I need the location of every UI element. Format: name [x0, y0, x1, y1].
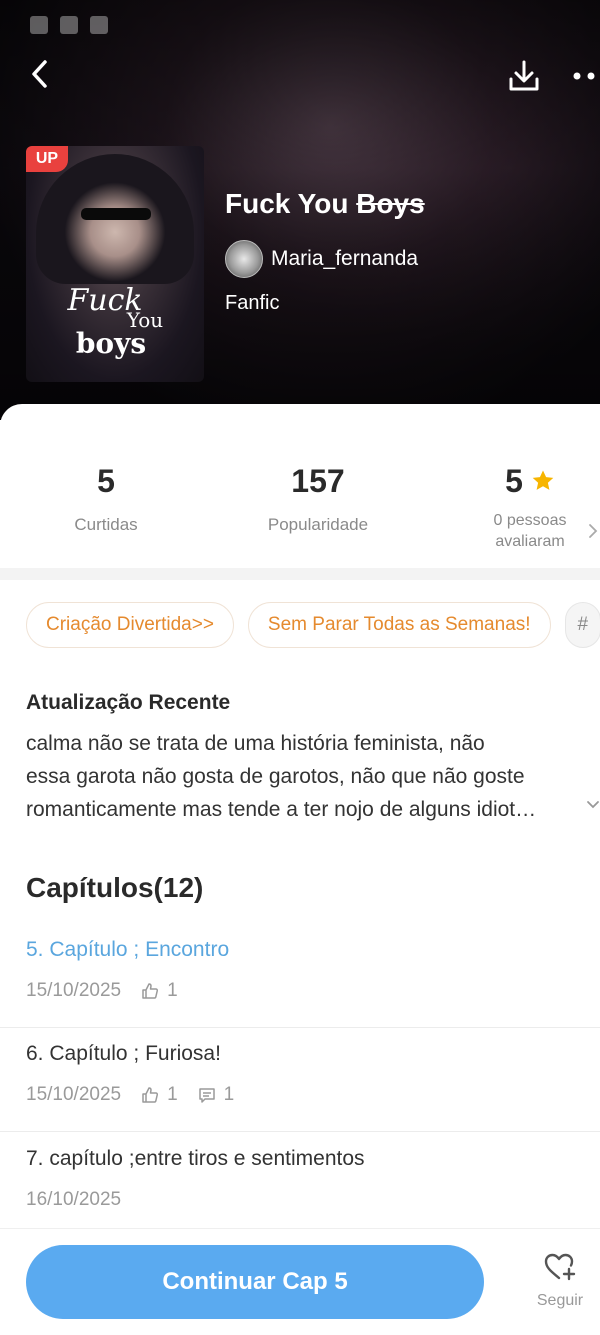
- recent-update-text: calma não se trata de uma história femin…: [26, 727, 586, 826]
- status-icon: [90, 16, 108, 34]
- chapter-likes: 1: [141, 1084, 178, 1106]
- chapter-likes: 1: [141, 980, 178, 1002]
- recent-update-line: romanticamente mas tende a ter nojo de a…: [26, 798, 537, 821]
- more-options-button[interactable]: [566, 56, 600, 96]
- comment-icon: [198, 1088, 215, 1103]
- up-badge: UP: [26, 146, 68, 172]
- chapter-meta: 15/10/2025 1: [26, 980, 178, 1002]
- tag-chip[interactable]: #: [564, 602, 600, 648]
- download-button[interactable]: [504, 56, 544, 96]
- stats-row: 5 Curtidas 157 Popularidade 5 0 pessoas …: [0, 460, 600, 560]
- chapter-item[interactable]: 7. capítulo ;entre tiros e sentimentos 1…: [0, 1133, 600, 1237]
- avatar: [225, 240, 263, 278]
- book-title-struck: Boys: [356, 188, 425, 219]
- book-cover[interactable]: Fuck You boys UP: [26, 146, 204, 382]
- tag-chip[interactable]: Criação Divertida>>: [26, 602, 234, 648]
- follow-label: Seguir: [536, 1292, 584, 1309]
- download-icon: [509, 60, 539, 91]
- more-icon: [573, 72, 595, 80]
- cover-title-line3: boys: [75, 327, 147, 360]
- rating-label-line1: 0 pessoas: [493, 512, 567, 529]
- status-icon: [60, 16, 78, 34]
- follow-button[interactable]: Seguir: [522, 1251, 598, 1310]
- stat-rating[interactable]: 5 0 pessoas avaliaram: [460, 460, 600, 552]
- continue-reading-button[interactable]: Continuar Cap 5: [26, 1245, 484, 1319]
- rating-label-line2: avaliaram: [495, 533, 565, 550]
- chapter-divider: [0, 1131, 600, 1132]
- chapter-meta: 16/10/2025: [26, 1189, 121, 1211]
- status-icon: [30, 16, 48, 34]
- recent-update-line: calma não se trata de uma história femin…: [26, 732, 485, 755]
- rating-value: 5: [505, 462, 523, 499]
- status-bar: [0, 0, 600, 50]
- author-link[interactable]: Maria_fernanda: [225, 240, 418, 278]
- chapter-likes-count: 1: [167, 980, 178, 1001]
- cover-title: Fuck You boys: [26, 286, 204, 358]
- likes-label: Curtidas: [74, 515, 138, 534]
- back-button[interactable]: [22, 56, 58, 92]
- popularity-count: 157: [291, 462, 345, 499]
- chapter-date: 16/10/2025: [26, 1189, 122, 1210]
- chapter-likes-count: 1: [167, 1084, 178, 1105]
- rating-label: 0 pessoas avaliaram: [460, 510, 600, 552]
- stat-likes: 5 Curtidas: [46, 460, 166, 535]
- author-name: Maria_fernanda: [271, 247, 419, 270]
- book-title-main: Fuck You: [225, 188, 349, 219]
- rating-value-row: 5: [460, 460, 600, 502]
- tag-chip[interactable]: Sem Parar Todas as Semanas!: [247, 602, 551, 648]
- chapter-title: 7. capítulo ;entre tiros e sentimentos: [26, 1147, 365, 1170]
- book-title: Fuck You Boys: [225, 188, 425, 220]
- chapter-title: 6. Capítulo ; Furiosa!: [26, 1042, 221, 1065]
- chapter-item[interactable]: 5. Capítulo ; Encontro 15/10/2025 1: [0, 924, 600, 1028]
- section-divider: [0, 568, 600, 580]
- chapter-meta: 15/10/2025 1 1: [26, 1084, 234, 1106]
- cover-illustration-detail: [81, 208, 151, 220]
- bottom-action-bar: Continuar Cap 5 Seguir: [0, 1228, 600, 1335]
- heart-plus-icon: [544, 1253, 576, 1281]
- likes-count: 5: [97, 462, 115, 499]
- tag-list: Criação Divertida>> Sem Parar Todas as S…: [26, 602, 600, 648]
- back-arrow-icon: [32, 60, 47, 88]
- popularity-label: Popularidade: [267, 515, 369, 534]
- chapters-title: Capítulos(12): [26, 872, 204, 903]
- chevron-right-icon: [589, 524, 598, 538]
- chapter-date: 15/10/2025: [26, 1084, 122, 1105]
- stat-popularity: 157 Popularidade: [238, 460, 398, 535]
- chapter-comments-count: 1: [223, 1084, 235, 1105]
- chapter-date: 15/10/2025: [26, 980, 122, 1001]
- chapter-title: 5. Capítulo ; Encontro: [26, 938, 230, 961]
- recent-update-title: Atualização Recente: [26, 691, 231, 714]
- like-icon: [142, 1087, 159, 1103]
- genre-label: Fanfic: [225, 292, 280, 314]
- chapter-comments: 1: [198, 1084, 235, 1106]
- recent-update-line: essa garota não gosta de garotos, não qu…: [26, 765, 525, 788]
- chevron-down-icon[interactable]: [586, 800, 600, 810]
- chapter-item[interactable]: 6. Capítulo ; Furiosa! 15/10/2025 1 1: [0, 1028, 600, 1132]
- like-icon: [142, 983, 159, 999]
- star-icon: [532, 470, 554, 490]
